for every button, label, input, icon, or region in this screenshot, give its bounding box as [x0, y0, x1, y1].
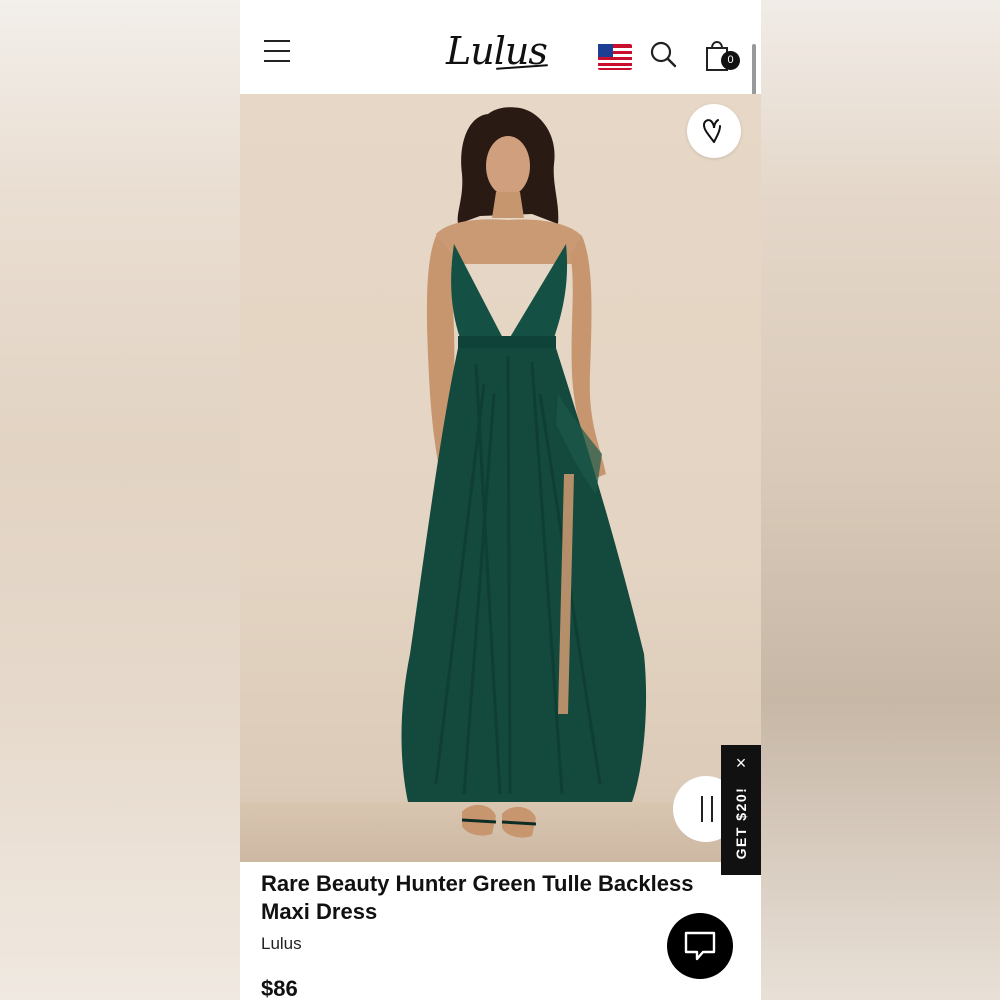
- chat-icon: [684, 931, 716, 961]
- product-title: Rare Beauty Hunter Green Tulle Backless …: [261, 871, 694, 924]
- us-flag-icon[interactable]: [598, 44, 632, 70]
- promo-label: GET $20!: [733, 786, 749, 860]
- pause-icon: [701, 796, 703, 822]
- menu-button[interactable]: [264, 40, 296, 68]
- site-header: Lulus 0: [240, 0, 761, 186]
- model-in-dress: [401, 107, 647, 838]
- heart-icon: [702, 119, 721, 143]
- search-icon[interactable]: [649, 40, 677, 68]
- wishlist-button[interactable]: [687, 104, 741, 158]
- promo-tab[interactable]: × GET $20!: [721, 745, 761, 875]
- hamburger-icon: [264, 40, 290, 42]
- blurred-background-left: [0, 0, 240, 1000]
- chat-button[interactable]: [667, 913, 733, 979]
- product-price: $86: [261, 976, 298, 1000]
- product-brand[interactable]: Lulus: [261, 934, 302, 954]
- mobile-page: Lulus 0 × GET $20! Rare Beauty Hunter Gr…: [240, 0, 761, 1000]
- pause-bar: [711, 796, 713, 822]
- cart-count-badge: 0: [721, 51, 740, 70]
- product-image[interactable]: [240, 94, 761, 862]
- hamburger-line: [264, 50, 290, 52]
- blurred-background-right: [760, 0, 1000, 1000]
- hamburger-line: [264, 60, 290, 62]
